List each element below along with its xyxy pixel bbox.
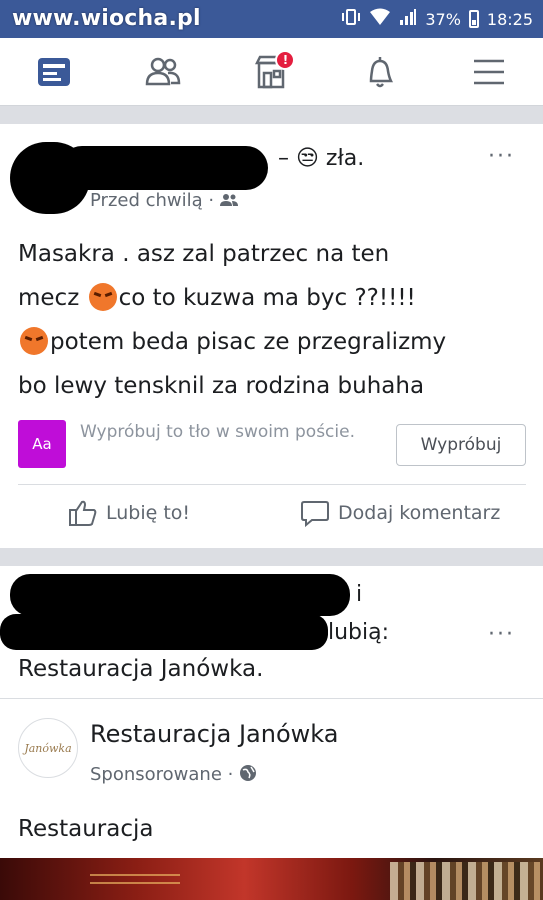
try-button[interactable]: Wypróbuj: [396, 424, 526, 466]
comment-icon: [301, 501, 329, 528]
friends-audience-icon: [219, 194, 238, 206]
sponsored-text: Sponsorowane ·: [90, 764, 234, 785]
status-bar: www.wiocha.pl 37% 18:25: [0, 0, 543, 38]
angry-face-icon: [88, 283, 117, 311]
page-name[interactable]: Restauracja Janówka: [90, 720, 338, 748]
hamburger-icon: [473, 59, 504, 84]
divider: [0, 698, 543, 699]
post-line: bo lewy tensknil za rodzina buhaha: [18, 373, 425, 399]
wifi-icon: [369, 8, 391, 30]
comment-button[interactable]: Dodaj komentarz: [300, 498, 500, 528]
post-timestamp[interactable]: Przed chwilą ·: [90, 190, 238, 211]
context-and: i: [356, 582, 363, 607]
sponsored-post-card: i lubią: ··· Restauracja Janówka. Janówk…: [0, 566, 543, 900]
nav-menu[interactable]: [459, 42, 519, 102]
ad-image-bottles: [390, 862, 540, 900]
like-button[interactable]: Lubię to!: [68, 498, 190, 528]
post-options-button[interactable]: ···: [488, 144, 515, 169]
sponsored-label: Sponsorowane ·: [90, 764, 257, 785]
nav-marketplace[interactable]: !: [241, 42, 301, 102]
signal-icon: [399, 8, 417, 30]
comment-label: Dodaj komentarz: [338, 502, 501, 524]
post-line-part: potem beda pisac ze przegralizmy: [50, 329, 447, 355]
vibrate-icon: [341, 8, 361, 30]
post-line: potem beda pisac ze przegralizmy: [18, 320, 528, 364]
nav-news-feed[interactable]: [24, 42, 84, 102]
post-line-part: co to kuzwa ma byc ??!!!!: [118, 285, 416, 311]
context-like: lubią:: [328, 620, 390, 645]
top-nav: !: [0, 38, 543, 106]
text-background-icon: Aa: [18, 420, 66, 468]
marketplace-badge: !: [275, 49, 296, 70]
timestamp-label: Przed chwilą ·: [90, 190, 215, 211]
background-suggestion: Aa Wypróbuj to tło w swoim poście. Wypró…: [18, 418, 526, 474]
divider: [18, 484, 526, 485]
post-line: Masakra . asz zal patrzec na ten: [18, 241, 390, 267]
status-icons: 37% 18:25: [341, 8, 533, 30]
ad-image[interactable]: [0, 858, 543, 900]
post-body: Masakra . asz zal patrzec na ten mecz co…: [18, 232, 528, 408]
avatar-logo-text: Janówka: [24, 741, 72, 755]
context-page[interactable]: Restauracja Janówka.: [18, 656, 263, 682]
ad-image-ornament: [90, 874, 180, 884]
page-avatar[interactable]: Janówka: [18, 718, 78, 778]
post-line-part: mecz: [18, 285, 87, 311]
angry-face-icon: [20, 327, 48, 355]
post-options-button[interactable]: ···: [488, 622, 515, 647]
news-feed-icon: [38, 57, 71, 86]
post-card: – 😒 zła. ··· Przed chwilą · Masakra . as…: [0, 124, 543, 548]
bell-icon: [369, 56, 394, 87]
feeling-text: – 😒 zła.: [278, 146, 365, 171]
ad-body: Restauracja: [18, 816, 154, 842]
post-line: mecz co to kuzwa ma byc ??!!!!: [18, 276, 528, 320]
censor-mark: [60, 146, 268, 190]
thumbs-up-icon: [69, 500, 97, 526]
censor-mark: [0, 614, 328, 650]
clock: 18:25: [486, 9, 533, 29]
suggestion-text: Wypróbuj to tło w swoim poście.: [80, 422, 355, 442]
nav-notifications[interactable]: [350, 42, 410, 102]
friends-icon: [145, 57, 181, 85]
battery-percent: 37%: [425, 9, 461, 29]
globe-icon: [240, 765, 257, 781]
like-label: Lubię to!: [106, 502, 191, 524]
battery-icon: [468, 10, 479, 28]
censor-mark: [10, 574, 350, 616]
nav-friends[interactable]: [133, 42, 193, 102]
watermark: www.wiocha.pl: [12, 6, 201, 31]
